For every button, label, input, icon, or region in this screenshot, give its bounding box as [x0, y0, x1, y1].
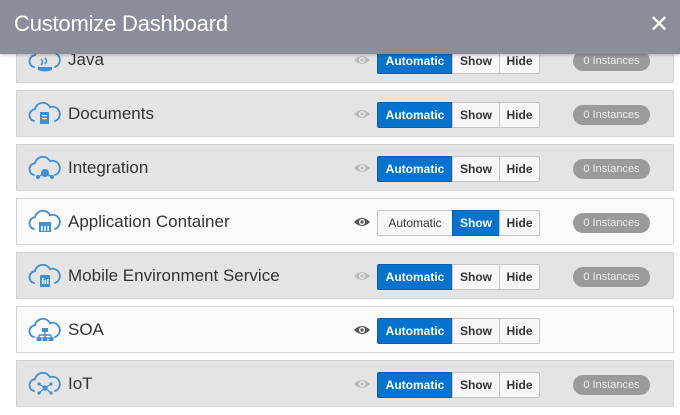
service-row-iot: IoT Automatic Show Hide 0 Instances [16, 360, 674, 407]
documents-cloud-icon [28, 101, 61, 124]
visibility-toggle: Automatic Show Hide [377, 102, 540, 128]
service-list: Java Automatic Show Hide 0 Instances Doc… [16, 36, 674, 414]
mobile-environment-cloud-icon [28, 263, 61, 287]
automatic-button[interactable]: Automatic [377, 264, 453, 290]
service-row-integration: Integration Automatic Show Hide 0 Instan… [16, 144, 674, 191]
eye-icon [354, 164, 370, 172]
show-button[interactable]: Show [452, 156, 500, 182]
eye-icon [354, 110, 370, 118]
automatic-button[interactable]: Automatic [377, 102, 453, 128]
hide-button[interactable]: Hide [499, 102, 540, 128]
hide-button[interactable]: Hide [499, 210, 540, 236]
service-row-mobile-environment-service: Mobile Environment Service Automatic Sho… [16, 252, 674, 299]
service-row-documents: Documents Automatic Show Hide 0 Instance… [16, 90, 674, 137]
hide-button[interactable]: Hide [499, 372, 540, 398]
service-name: Mobile Environment Service [68, 266, 280, 285]
application-container-cloud-icon [28, 209, 61, 232]
visibility-toggle: Automatic Show Hide [377, 372, 540, 398]
hide-button[interactable]: Hide [499, 264, 540, 290]
eye-icon [354, 56, 370, 64]
automatic-button[interactable]: Automatic [377, 318, 453, 344]
hide-button[interactable]: Hide [499, 156, 540, 182]
instances-badge: 0 Instances [573, 51, 650, 71]
instances-badge: 0 Instances [573, 267, 650, 287]
eye-icon [354, 218, 370, 226]
close-icon[interactable]: ✕ [649, 12, 669, 38]
iot-cloud-icon [28, 371, 61, 395]
service-row-soa: SOA Automatic Show Hide [16, 306, 674, 353]
visibility-toggle: Automatic Show Hide [377, 210, 540, 236]
show-button[interactable]: Show [452, 210, 500, 236]
soa-cloud-icon [28, 317, 61, 341]
service-name: Documents [68, 104, 154, 123]
visibility-toggle: Automatic Show Hide [377, 264, 540, 290]
instances-badge: 0 Instances [573, 105, 650, 125]
instances-badge: 0 Instances [573, 213, 650, 233]
show-button[interactable]: Show [452, 372, 500, 398]
show-button[interactable]: Show [452, 264, 500, 290]
visibility-toggle: Automatic Show Hide [377, 156, 540, 182]
service-name: Integration [68, 158, 149, 177]
integration-cloud-icon [28, 155, 61, 179]
hide-button[interactable]: Hide [499, 318, 540, 344]
show-button[interactable]: Show [452, 102, 500, 128]
instances-badge: 0 Instances [573, 159, 650, 179]
service-name: Application Container [68, 212, 230, 231]
eye-icon [354, 326, 370, 334]
service-name: SOA [68, 320, 104, 339]
automatic-button[interactable]: Automatic [377, 156, 453, 182]
show-button[interactable]: Show [452, 318, 500, 344]
automatic-button[interactable]: Automatic [377, 210, 453, 236]
service-name: IoT [68, 374, 93, 393]
automatic-button[interactable]: Automatic [377, 372, 453, 398]
dialog-header: Customize Dashboard ✕ [0, 0, 680, 54]
instances-badge: 0 Instances [573, 375, 650, 395]
visibility-toggle: Automatic Show Hide [377, 318, 540, 344]
eye-icon [354, 380, 370, 388]
eye-icon [354, 272, 370, 280]
dialog-title: Customize Dashboard [14, 11, 228, 36]
service-row-application-container: Application Container Automatic Show Hid… [16, 198, 674, 245]
